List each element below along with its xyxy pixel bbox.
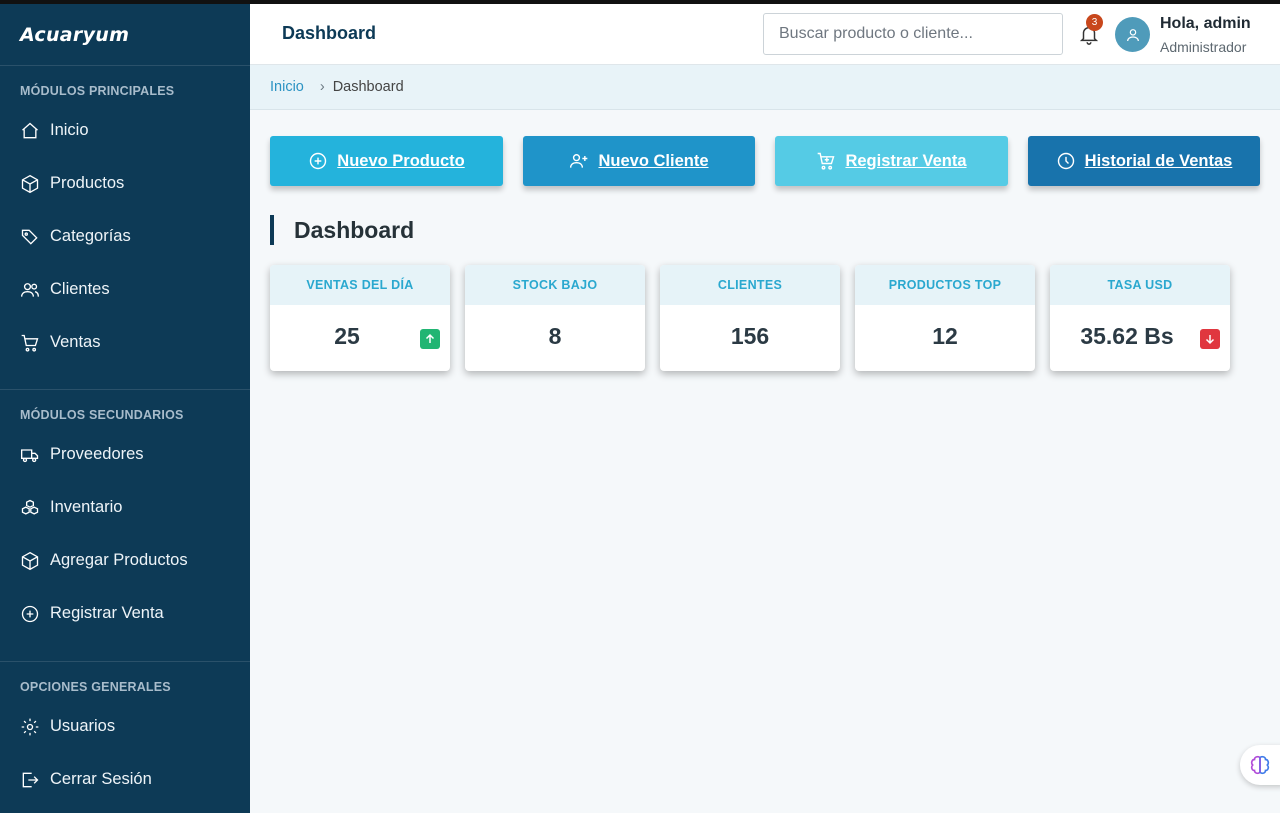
- stat-card-value: 8: [548, 323, 562, 349]
- sidebar-item-label: Registrar Venta: [50, 604, 164, 622]
- stat-card-label: TASA USD: [1050, 265, 1230, 305]
- sidebar-item-label: Inicio: [50, 121, 89, 139]
- box-icon: [21, 551, 39, 570]
- logout-icon: [22, 772, 39, 787]
- sidebar-item-agregar-productos[interactable]: Agregar Productos: [0, 534, 250, 587]
- cart-plus-icon: [818, 152, 835, 170]
- sidebar: Acuaryum MÓDULOS PRINCIPALES Inicio Prod…: [0, 4, 250, 813]
- dashboard-heading: Dashboard: [270, 215, 414, 245]
- sidebar-item-inventario[interactable]: Inventario: [0, 481, 250, 534]
- stat-card-value: 156: [730, 323, 770, 349]
- sidebar-item-registrar-venta[interactable]: Registrar Venta: [0, 587, 250, 640]
- sidebar-item-inicio[interactable]: Inicio: [0, 104, 250, 157]
- new-product-button[interactable]: Nuevo Producto: [270, 136, 503, 186]
- stat-card-ventas-del-dia: VENTAS DEL DÍA 25: [270, 265, 450, 371]
- top-header: Dashboard 3 Hola, admin Administrador: [250, 4, 1280, 65]
- sidebar-item-categorias[interactable]: Categorías: [0, 210, 250, 263]
- sales-history-button[interactable]: Historial de Ventas: [1028, 136, 1260, 186]
- sidebar-item-usuarios[interactable]: Usuarios: [0, 700, 250, 753]
- sidebar-section-title: MÓDULOS SECUNDARIOS: [20, 408, 184, 422]
- sidebar-section-title: MÓDULOS PRINCIPALES: [20, 84, 175, 98]
- truck-icon: [21, 448, 39, 462]
- sidebar-item-proveedores[interactable]: Proveedores: [0, 428, 250, 481]
- breadcrumb-current: Dashboard: [332, 79, 404, 95]
- boxes-icon: [21, 499, 39, 515]
- sidebar-item-label: Cerrar Sesión: [50, 770, 152, 788]
- stat-card-label: VENTAS DEL DÍA: [270, 265, 450, 305]
- stat-card-value: 12: [932, 323, 958, 349]
- stat-card-productos-top: PRODUCTOS TOP 12: [855, 265, 1035, 371]
- stat-card-clientes: CLIENTES 156: [660, 265, 840, 371]
- plus-circle-icon: [21, 605, 39, 622]
- cart-icon: [21, 334, 39, 352]
- stat-card-label: CLIENTES: [660, 265, 840, 305]
- breadcrumb-home-link[interactable]: Inicio: [270, 79, 304, 95]
- brand-logo[interactable]: Acuaryum: [0, 4, 250, 66]
- sidebar-item-label: Proveedores: [50, 445, 144, 463]
- brain-icon: [1250, 755, 1270, 775]
- sidebar-section-secundarios: MÓDULOS SECUNDARIOS Proveedores Inventar…: [0, 390, 250, 662]
- search-input[interactable]: [763, 13, 1063, 55]
- stat-card-label: STOCK BAJO: [465, 265, 645, 305]
- user-icon: [1126, 28, 1139, 41]
- users-icon: [21, 282, 39, 297]
- user-plus-icon: [570, 154, 588, 168]
- assistant-button[interactable]: [1240, 745, 1280, 785]
- arrow-up-icon: [425, 333, 435, 343]
- sidebar-item-ventas[interactable]: Ventas: [0, 316, 250, 369]
- stat-card-stock-bajo: STOCK BAJO 8: [465, 265, 645, 371]
- page-title: Dashboard: [282, 23, 377, 43]
- sidebar-item-productos[interactable]: Productos: [0, 157, 250, 210]
- trend-down-badge: [1200, 329, 1220, 349]
- plus-circle-icon: [310, 152, 327, 170]
- sales-history-label: Historial de Ventas: [1084, 151, 1233, 170]
- stat-card-tasa-usd: TASA USD 35.62 Bs: [1050, 265, 1230, 371]
- home-icon: [22, 122, 38, 138]
- sidebar-section-generales: OPCIONES GENERALES Usuarios Cerrar Sesió…: [0, 662, 250, 813]
- avatar[interactable]: [1115, 17, 1150, 52]
- box-icon: [21, 174, 39, 193]
- sidebar-item-cerrar-sesion[interactable]: Cerrar Sesión: [0, 753, 250, 806]
- trend-up-badge: [420, 329, 440, 349]
- clock-icon: [1057, 152, 1074, 170]
- new-client-button[interactable]: Nuevo Cliente: [523, 136, 755, 186]
- sidebar-item-label: Inventario: [50, 498, 123, 516]
- register-sale-label: Registrar Venta: [845, 151, 967, 170]
- breadcrumb-separator: ›: [319, 79, 325, 95]
- sidebar-section-principales: MÓDULOS PRINCIPALES Inicio Productos Cat…: [0, 66, 250, 390]
- user-greeting[interactable]: Hola, admin: [1160, 15, 1251, 33]
- new-product-label: Nuevo Producto: [337, 151, 465, 170]
- notification-badge: 3: [1086, 14, 1103, 31]
- sidebar-section-title: OPCIONES GENERALES: [20, 680, 171, 694]
- sidebar-item-label: Agregar Productos: [50, 551, 188, 569]
- breadcrumb: Inicio › Dashboard: [250, 65, 1280, 110]
- sidebar-item-label: Ventas: [50, 333, 101, 351]
- arrow-down-icon: [1205, 335, 1215, 345]
- sidebar-item-clientes[interactable]: Clientes: [0, 263, 250, 316]
- user-role: Administrador: [1160, 39, 1247, 55]
- new-client-label: Nuevo Cliente: [598, 151, 709, 170]
- sidebar-item-label: Clientes: [50, 280, 110, 298]
- sidebar-item-label: Usuarios: [50, 717, 116, 735]
- tags-icon: [21, 229, 38, 245]
- gear-icon: [21, 718, 39, 735]
- sidebar-item-label: Categorías: [50, 227, 131, 245]
- register-sale-button[interactable]: Registrar Venta: [775, 136, 1008, 186]
- window-top-edge: [0, 0, 1280, 4]
- sidebar-item-label: Productos: [50, 174, 125, 192]
- stat-card-label: PRODUCTOS TOP: [855, 265, 1035, 305]
